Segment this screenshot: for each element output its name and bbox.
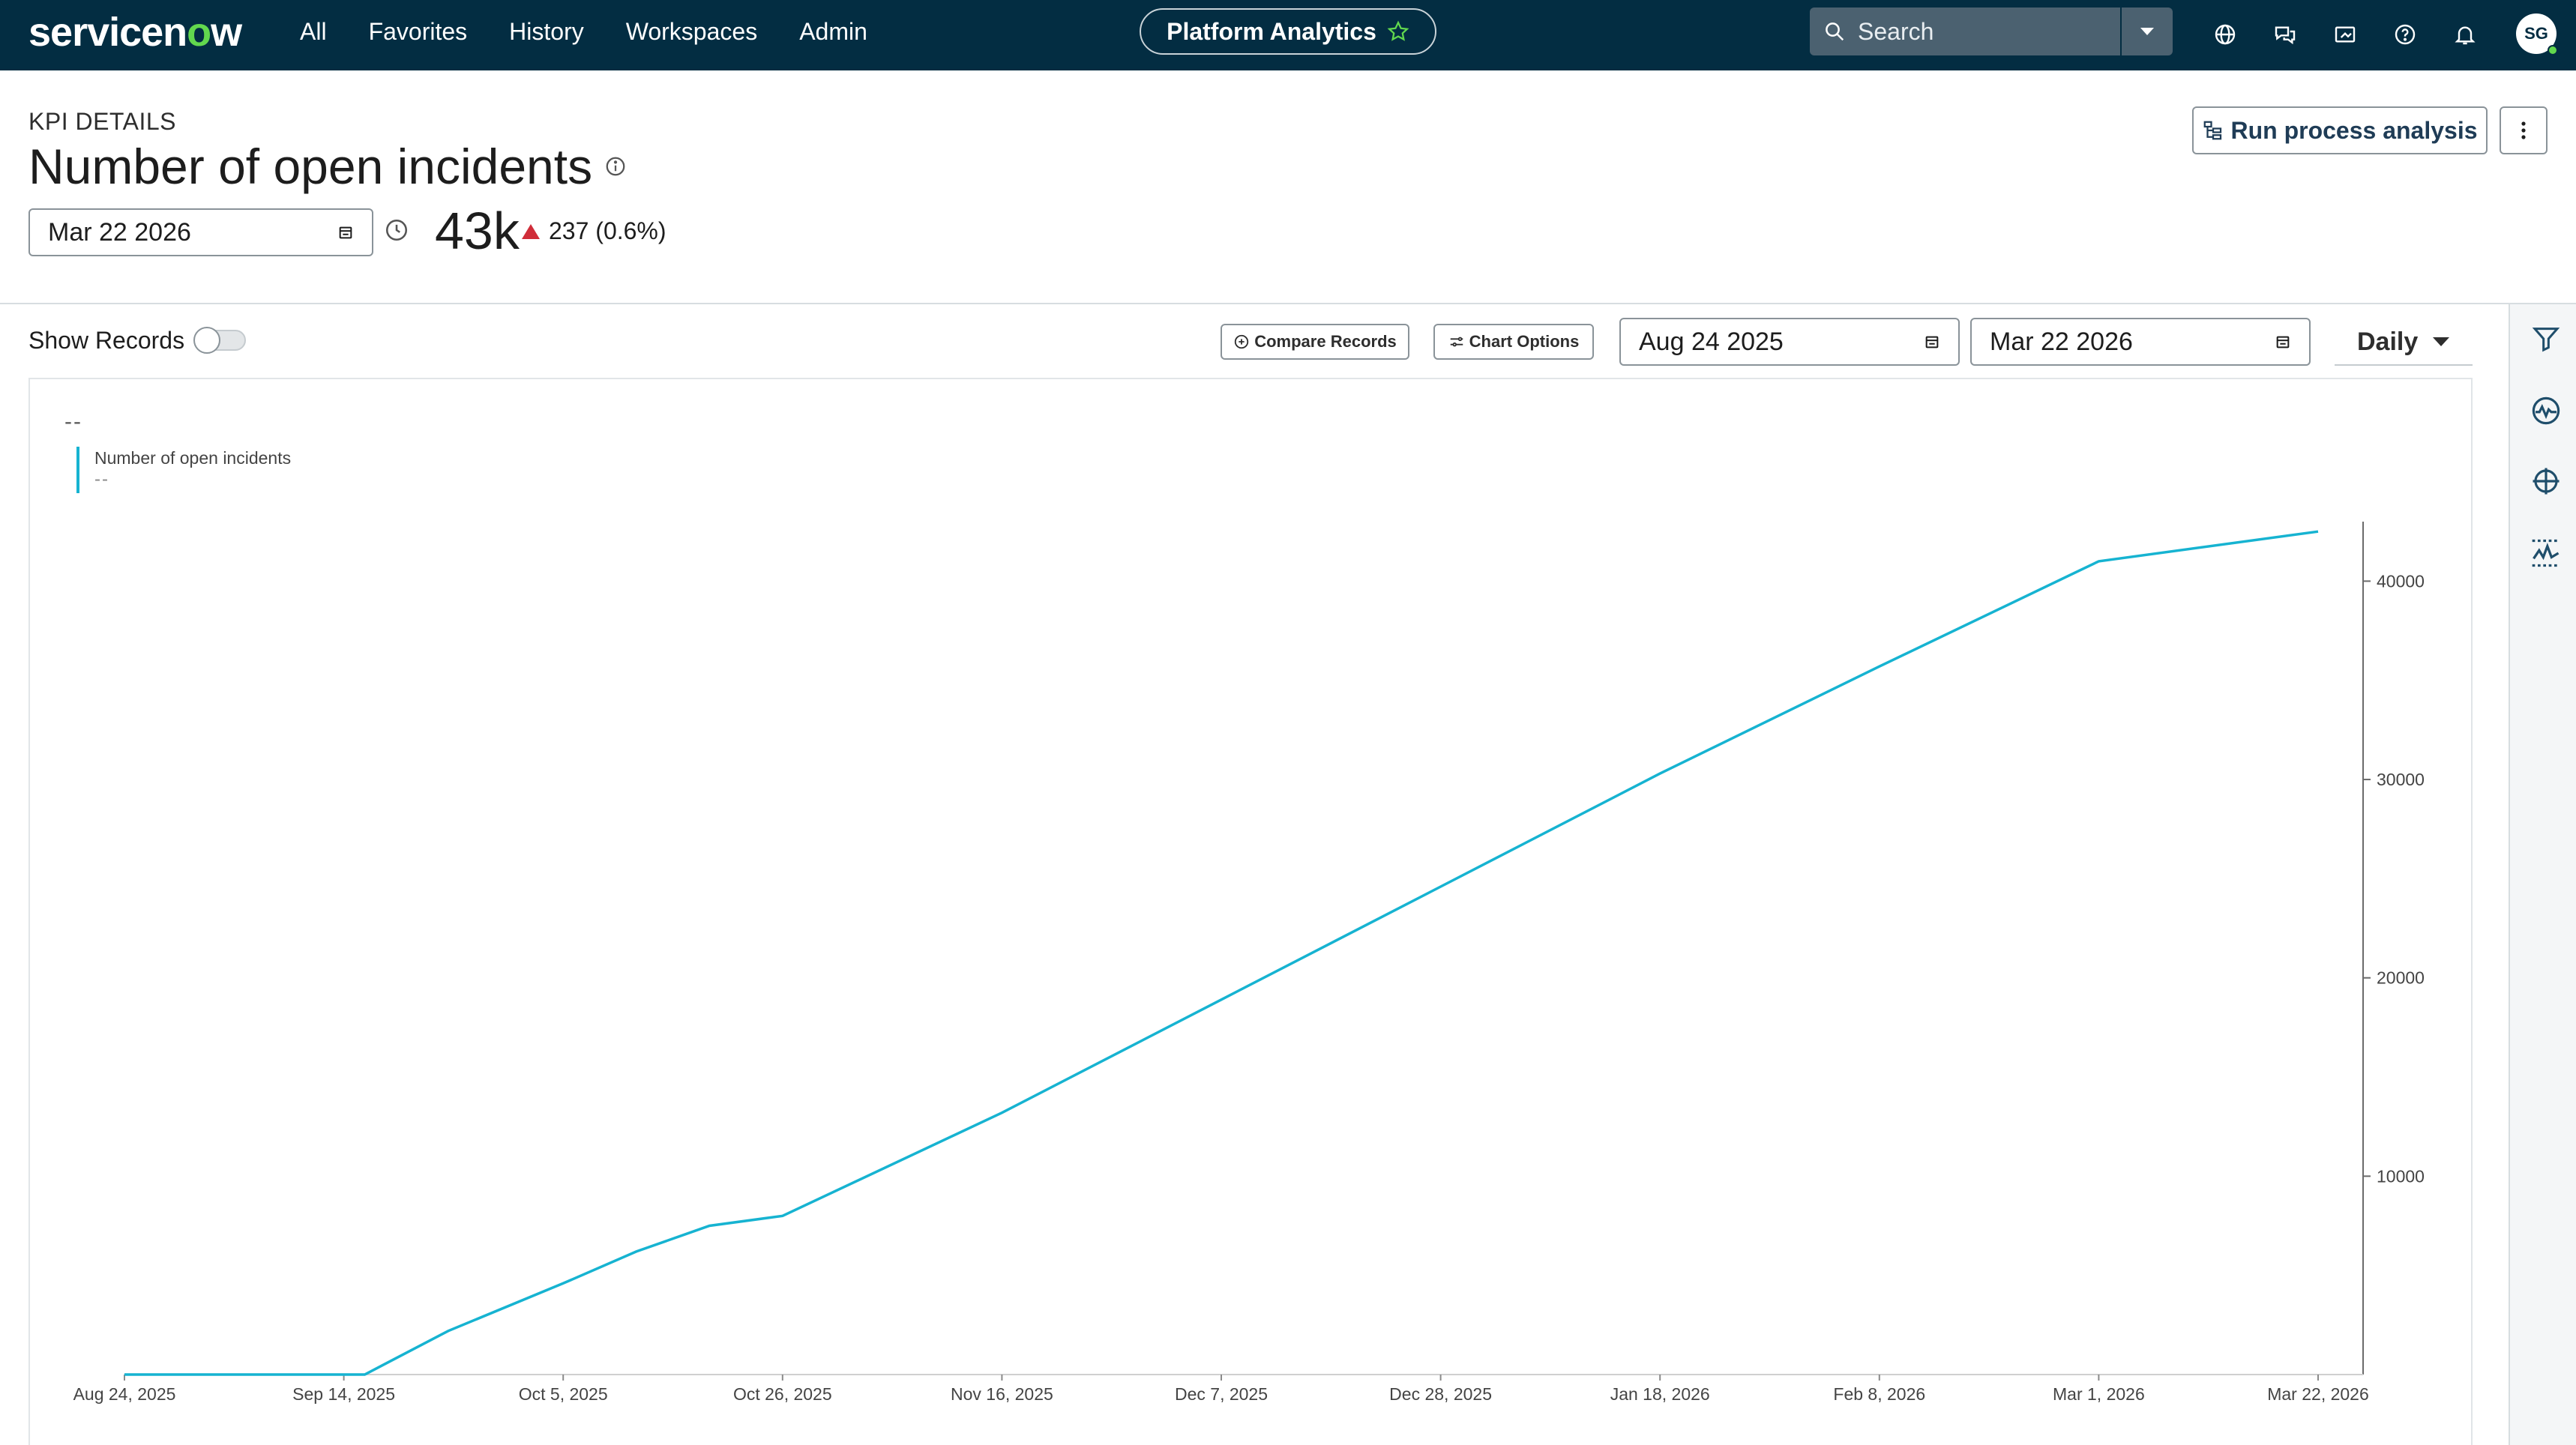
x-tick-label: Oct 26, 2025 [733, 1384, 832, 1404]
x-tick-label: Nov 16, 2025 [951, 1384, 1053, 1404]
y-tick-label: 40000 [2377, 571, 2425, 591]
x-tick-label: Oct 5, 2025 [519, 1384, 608, 1404]
x-tick-label: Aug 24, 2025 [73, 1384, 176, 1404]
x-tick-label: Dec 28, 2025 [1389, 1384, 1492, 1404]
x-tick-label: Dec 7, 2025 [1175, 1384, 1268, 1404]
x-tick-label: Jan 18, 2026 [1610, 1384, 1710, 1404]
line-chart[interactable]: 10000 20000 30000 40000 Aug 24, 2025 Sep 14,… [0, 0, 2576, 1445]
x-tick-label: Sep 14, 2025 [292, 1384, 395, 1404]
y-tick-label: 20000 [2377, 968, 2425, 988]
series-line-number-of-open-incidents[interactable] [124, 530, 2319, 1376]
y-tick-label: 30000 [2377, 770, 2425, 789]
x-tick-label: Feb 8, 2026 [1833, 1384, 1925, 1404]
y-tick-label: 10000 [2377, 1166, 2425, 1186]
x-tick-label: Mar 22, 2026 [2267, 1384, 2369, 1404]
x-tick-label: Mar 1, 2026 [2053, 1384, 2145, 1404]
